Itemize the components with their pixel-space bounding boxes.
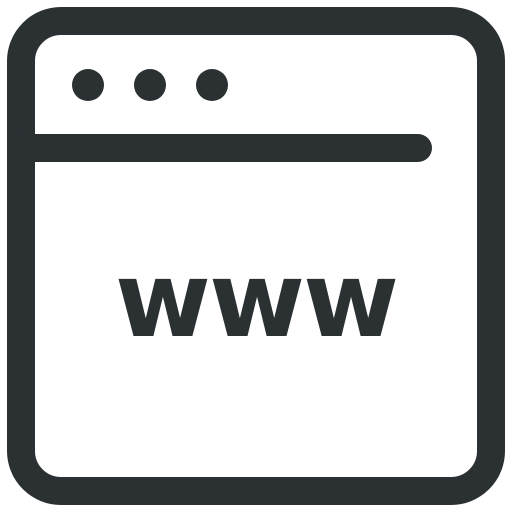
- browser-window-icon: www: [0, 0, 512, 512]
- window-dot-3-icon: [196, 69, 228, 101]
- window-dot-2-icon: [134, 69, 166, 101]
- www-label: www: [114, 239, 399, 361]
- window-dot-1-icon: [72, 69, 104, 101]
